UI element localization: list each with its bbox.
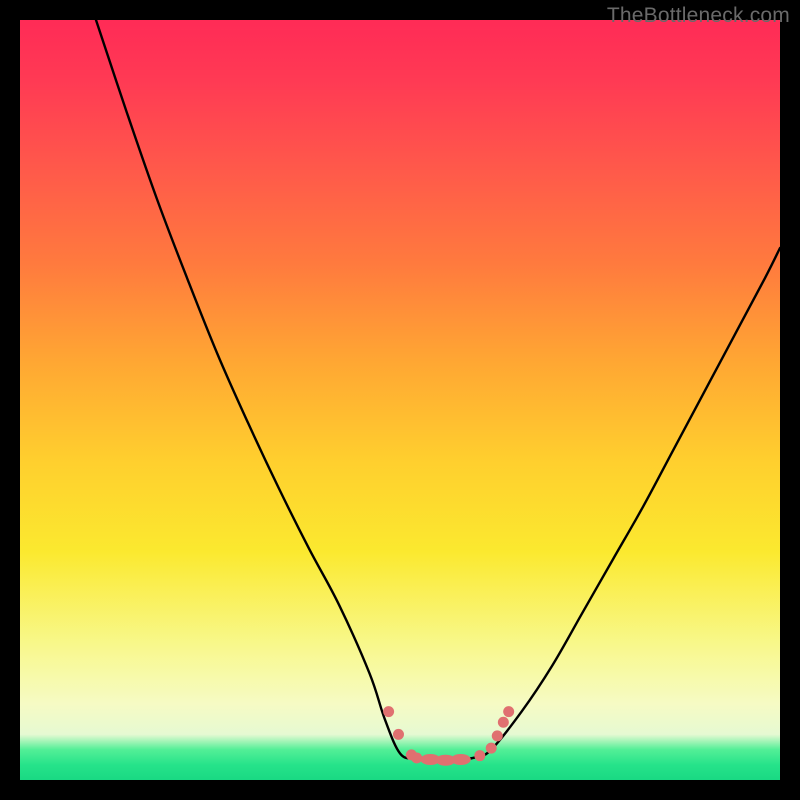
curve-marker [451, 754, 471, 765]
curve-marker [383, 706, 394, 717]
watermark-text: TheBottleneck.com [607, 4, 790, 28]
bottleneck-curve [96, 20, 780, 760]
curve-marker [393, 729, 404, 740]
curve-marker [474, 750, 485, 761]
curve-marker [503, 706, 514, 717]
chart-frame [20, 20, 780, 780]
curve-marker [498, 717, 509, 728]
curve-layer [20, 20, 780, 780]
curve-marker [486, 743, 497, 754]
curve-marker [411, 752, 422, 763]
curve-marker [492, 730, 503, 741]
